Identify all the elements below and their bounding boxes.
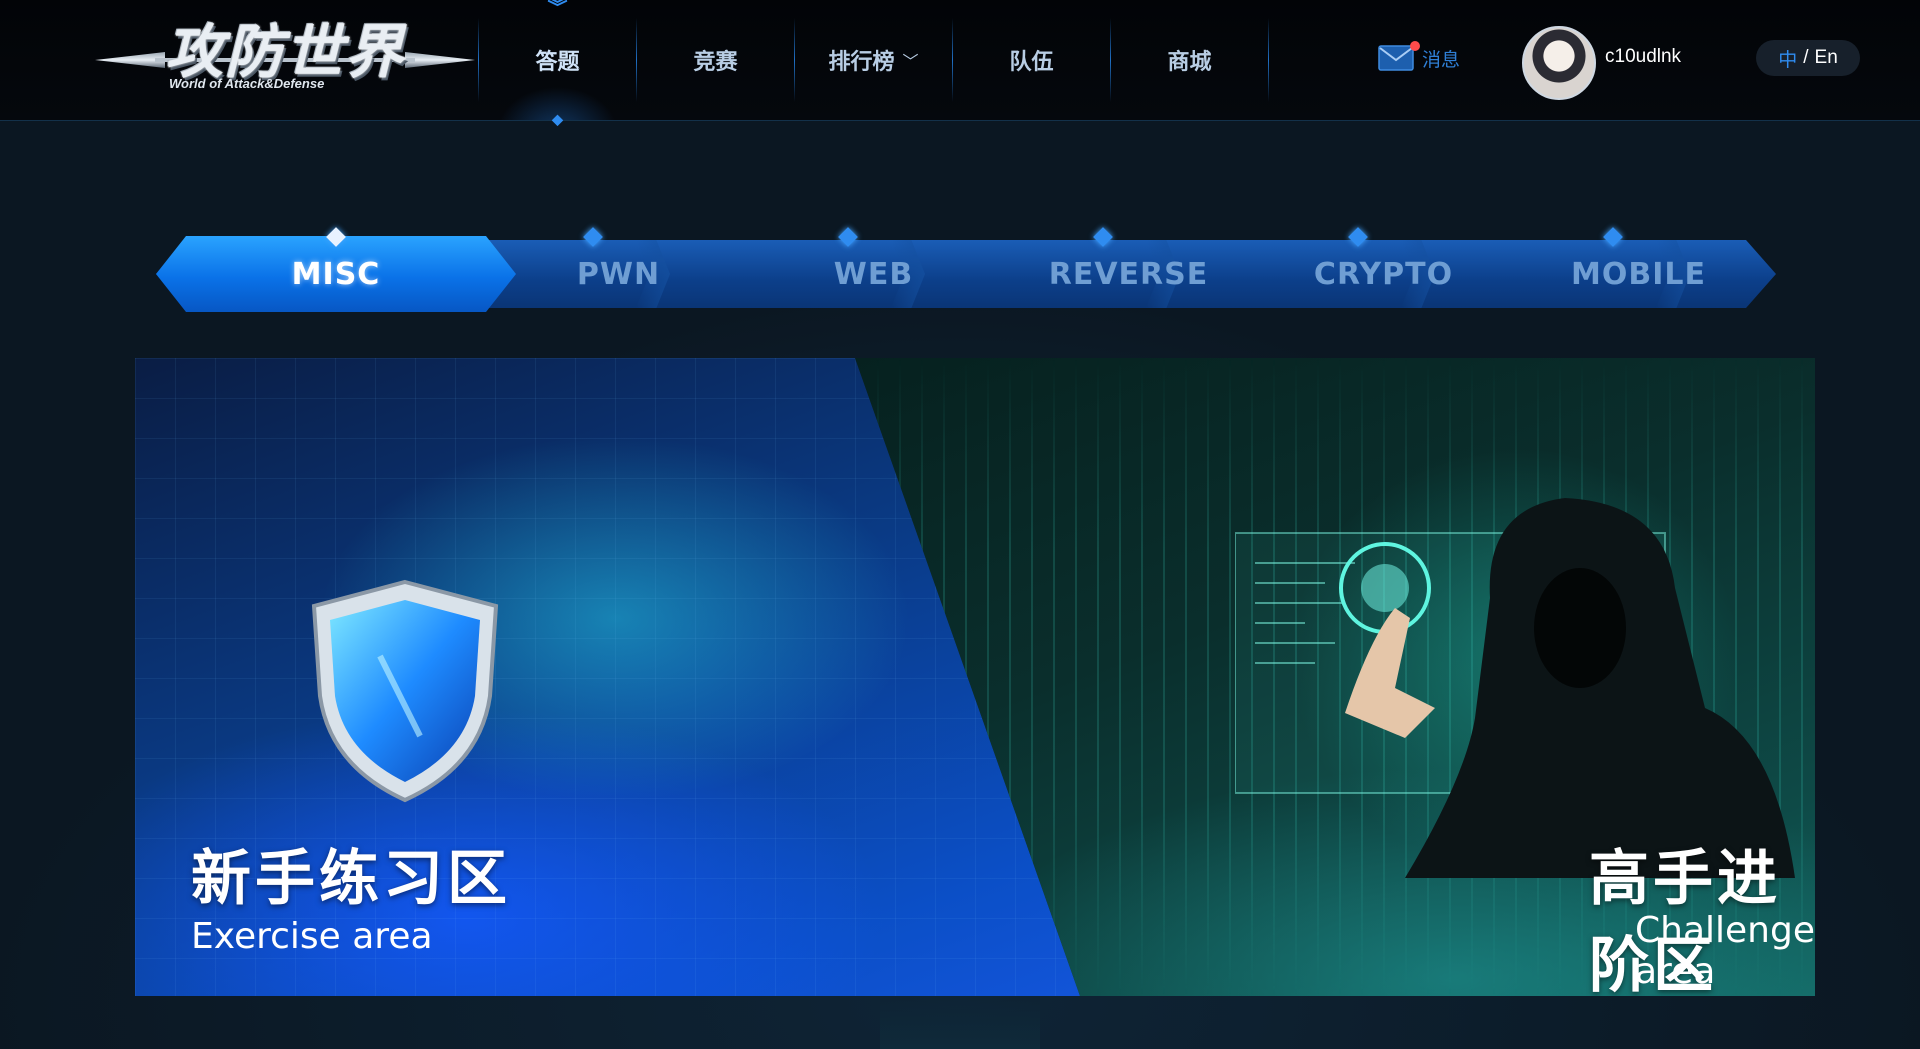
logo-title-en: World of Attack&Defense: [169, 76, 325, 91]
main-nav: ︾ 答题 ◆ 竞赛 排行榜 ﹀ 队伍 商城: [478, 0, 1269, 127]
logo-title-cn: 攻防世界: [165, 18, 406, 86]
nav-item-competition[interactable]: 竞赛: [637, 0, 794, 120]
bottom-glow-decoration: [880, 1000, 1040, 1049]
tab-label: CRYPTO: [1313, 256, 1454, 292]
username[interactable]: c10udlnk: [1605, 46, 1681, 68]
tab-label: REVERSE: [1048, 256, 1209, 292]
top-header: 攻防世界 World of Attack&Defense ︾ 答题 ◆ 竞赛 排…: [0, 0, 1920, 127]
lang-option-en[interactable]: En: [1815, 47, 1838, 69]
site-logo[interactable]: 攻防世界 World of Attack&Defense: [95, 16, 475, 102]
nav-item-answer[interactable]: ︾ 答题 ◆: [479, 0, 636, 127]
nav-item-label: 队伍: [1009, 49, 1054, 74]
chevron-down-icon: ︾: [547, 0, 568, 19]
nav-item-shop[interactable]: 商城: [1111, 0, 1268, 120]
exercise-area-subtitle: Exercise area: [191, 916, 433, 957]
exercise-area-title: 新手练习区: [191, 844, 511, 914]
unread-badge: [1410, 41, 1420, 51]
tab-reverse[interactable]: REVERSE: [1001, 240, 1256, 308]
nav-item-label: 答题: [535, 49, 580, 74]
tab-web[interactable]: WEB: [746, 240, 1001, 308]
nav-item-team[interactable]: 队伍: [953, 0, 1110, 120]
shield-icon: [311, 579, 499, 803]
chevron-down-icon: ﹀: [902, 54, 919, 71]
tab-label: MISC: [291, 256, 381, 292]
mail-icon: [1378, 41, 1420, 72]
nav-item-label: 商城: [1167, 49, 1212, 74]
nav-item-label: 排行榜: [828, 49, 895, 74]
tab-label: MOBILE: [1571, 256, 1706, 292]
challenge-area-subtitle: Challenge area: [1635, 910, 1815, 992]
nav-divider: [1268, 0, 1269, 120]
tab-label: WEB: [833, 256, 914, 292]
language-switch: 中 / En: [1756, 40, 1860, 76]
tab-pwn[interactable]: PWN: [491, 240, 746, 308]
messages-link[interactable]: 消息: [1378, 41, 1461, 72]
avatar[interactable]: [1522, 26, 1596, 100]
tab-label: PWN: [576, 256, 661, 292]
tab-mobile[interactable]: MOBILE: [1511, 240, 1766, 308]
lang-option-cn[interactable]: 中: [1778, 45, 1797, 72]
area-panels: 新手练习区 Exercise area 高手进阶区 Challenge area: [135, 358, 1815, 996]
messages-label: 消息: [1422, 49, 1461, 71]
tab-crypto[interactable]: CRYPTO: [1256, 240, 1511, 308]
hacker-icon: [1235, 498, 1795, 878]
tab-misc[interactable]: MISC: [156, 236, 516, 312]
lang-separator: /: [1803, 47, 1809, 68]
diamond-icon: ◆: [552, 111, 563, 127]
nav-item-ranking[interactable]: 排行榜 ﹀: [795, 0, 952, 120]
nav-item-label: 竞赛: [693, 49, 738, 74]
category-tabs: MISC PWN WEB REVERSE CRYPTO MOBILE: [156, 227, 1776, 312]
